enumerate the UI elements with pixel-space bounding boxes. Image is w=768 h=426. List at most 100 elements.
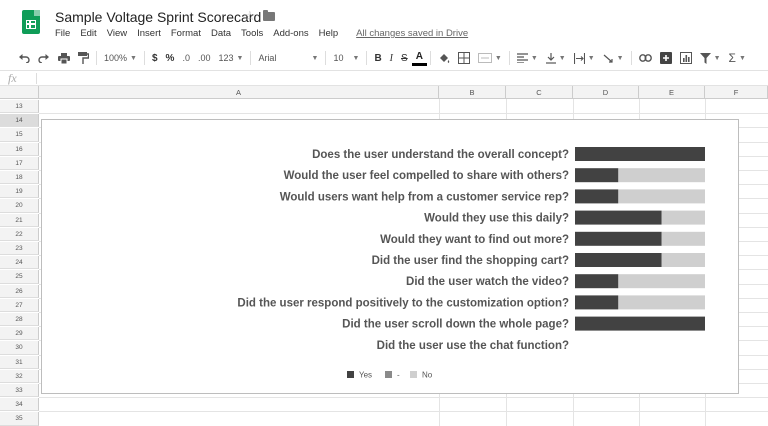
menu-edit[interactable]: Edit	[80, 28, 96, 39]
chart[interactable]: Does the user understand the overall con…	[41, 119, 739, 394]
row-header-32[interactable]: 32	[0, 369, 39, 383]
legend-swatch	[347, 371, 354, 378]
row-header-19[interactable]: 19	[0, 185, 39, 199]
row-header-25[interactable]: 25	[0, 270, 39, 284]
borders-icon[interactable]	[454, 48, 474, 68]
font-select[interactable]: Arial ▼	[254, 48, 322, 68]
zoom-value: 100%	[104, 53, 128, 63]
legend-swatch	[410, 371, 417, 378]
decrease-decimals-button[interactable]: .0	[178, 48, 194, 68]
column-header-e[interactable]: E	[639, 86, 705, 99]
row-header-23[interactable]: 23	[0, 242, 39, 256]
category-label: Would the user feel compelled to share w…	[284, 170, 569, 182]
row-header-22[interactable]: 22	[0, 227, 39, 241]
folder-icon[interactable]	[263, 10, 275, 21]
column-header-a[interactable]: A	[39, 86, 439, 99]
chevron-down-icon: ▼	[713, 54, 721, 62]
more-formats-button[interactable]: 123 ▼	[214, 48, 247, 68]
currency-format-button[interactable]: $	[148, 48, 162, 68]
row-header-27[interactable]: 27	[0, 298, 39, 312]
text-rotation-icon[interactable]: ▼	[599, 48, 628, 68]
row-header-28[interactable]: 28	[0, 313, 39, 327]
row-header-21[interactable]: 21	[0, 213, 39, 227]
insert-link-icon[interactable]	[635, 48, 656, 68]
functions-icon[interactable]: Σ ▼	[725, 48, 750, 68]
insert-chart-icon[interactable]	[676, 48, 696, 68]
document-title[interactable]: Sample Voltage Sprint Scorecard	[55, 9, 261, 25]
redo-icon[interactable]	[34, 48, 54, 68]
menu-insert[interactable]: Insert	[137, 28, 161, 39]
font-size-select[interactable]: 10 ▼	[329, 48, 363, 68]
row-header-13[interactable]: 13	[0, 100, 39, 114]
row-header-16[interactable]: 16	[0, 142, 39, 156]
sheets-logo-icon[interactable]	[22, 10, 40, 34]
category-label: Did the user use the chat function?	[377, 340, 569, 352]
menu-view[interactable]: View	[107, 28, 127, 39]
row-header-20[interactable]: 20	[0, 199, 39, 213]
row-header-29[interactable]: 29	[0, 327, 39, 341]
undo-icon[interactable]	[14, 48, 34, 68]
row-header-24[interactable]: 24	[0, 256, 39, 270]
bar-no	[618, 295, 705, 310]
bar-no	[618, 168, 705, 183]
menu-file[interactable]: File	[55, 28, 70, 39]
chevron-down-icon: ▼	[236, 54, 244, 62]
row-header-17[interactable]: 17	[0, 156, 39, 170]
print-icon[interactable]	[54, 48, 74, 68]
zoom-select[interactable]: 100% ▼	[100, 48, 141, 68]
column-header-c[interactable]: C	[506, 86, 573, 99]
toolbar-divider	[429, 51, 431, 65]
strikethrough-button[interactable]: S	[397, 48, 412, 68]
fill-color-icon[interactable]	[434, 48, 454, 68]
category-label: Would users want help from a customer se…	[280, 191, 569, 203]
row-header-18[interactable]: 18	[0, 171, 39, 185]
column-header-f[interactable]: F	[705, 86, 768, 99]
select-all-corner[interactable]	[0, 86, 39, 99]
star-icon[interactable]: ☆	[244, 8, 256, 24]
row-header-31[interactable]: 31	[0, 355, 39, 369]
bold-button[interactable]: B	[370, 48, 385, 68]
row-header-35[interactable]: 35	[0, 412, 39, 426]
formula-bar-divider	[36, 73, 37, 84]
menu-data[interactable]: Data	[211, 28, 231, 39]
column-header-d[interactable]: D	[573, 86, 639, 99]
more-formats-label: 123	[218, 53, 234, 63]
menu-addons[interactable]: Add-ons	[273, 28, 308, 39]
legend-swatch	[385, 371, 392, 378]
toolbar-divider	[630, 51, 632, 65]
menu-bar: File Edit View Insert Format Data Tools …	[55, 28, 468, 39]
italic-button[interactable]: I	[386, 48, 397, 68]
row-header-15[interactable]: 15	[0, 128, 39, 142]
insert-comment-icon[interactable]	[656, 48, 676, 68]
row-header-34[interactable]: 34	[0, 398, 39, 412]
row-gridline	[39, 411, 768, 413]
merge-cells-icon[interactable]: ▼	[474, 48, 506, 68]
row-header-26[interactable]: 26	[0, 284, 39, 298]
text-color-button[interactable]: A	[411, 50, 427, 66]
filter-icon[interactable]: ▼	[696, 48, 725, 68]
percent-format-button[interactable]: %	[162, 48, 179, 68]
category-label: Did the user find the shopping cart?	[372, 255, 569, 267]
chevron-down-icon: ▼	[311, 54, 319, 62]
category-label: Would they want to find out more?	[380, 234, 569, 246]
vertical-align-icon[interactable]: ▼	[542, 48, 570, 68]
horizontal-align-icon[interactable]: ▼	[513, 48, 542, 68]
row-header-33[interactable]: 33	[0, 384, 39, 398]
row-header-30[interactable]: 30	[0, 341, 39, 355]
menu-help[interactable]: Help	[319, 28, 339, 39]
bar-yes	[575, 231, 662, 246]
row-header-14[interactable]: 14	[0, 114, 39, 128]
menu-format[interactable]: Format	[171, 28, 201, 39]
category-label: Does the user understand the overall con…	[312, 149, 569, 161]
bar-yes	[575, 147, 705, 161]
paint-format-icon[interactable]	[74, 48, 93, 68]
column-header-b[interactable]: B	[439, 86, 506, 99]
save-status[interactable]: All changes saved in Drive	[356, 28, 468, 39]
text-wrapping-icon[interactable]: ▼	[570, 48, 599, 68]
menu-tools[interactable]: Tools	[241, 28, 263, 39]
chevron-down-icon: ▼	[494, 54, 502, 62]
bar-yes	[575, 168, 619, 183]
formula-bar[interactable]: fx	[0, 70, 768, 86]
chevron-down-icon: ▼	[558, 54, 566, 62]
increase-decimals-button[interactable]: .00	[194, 48, 215, 68]
